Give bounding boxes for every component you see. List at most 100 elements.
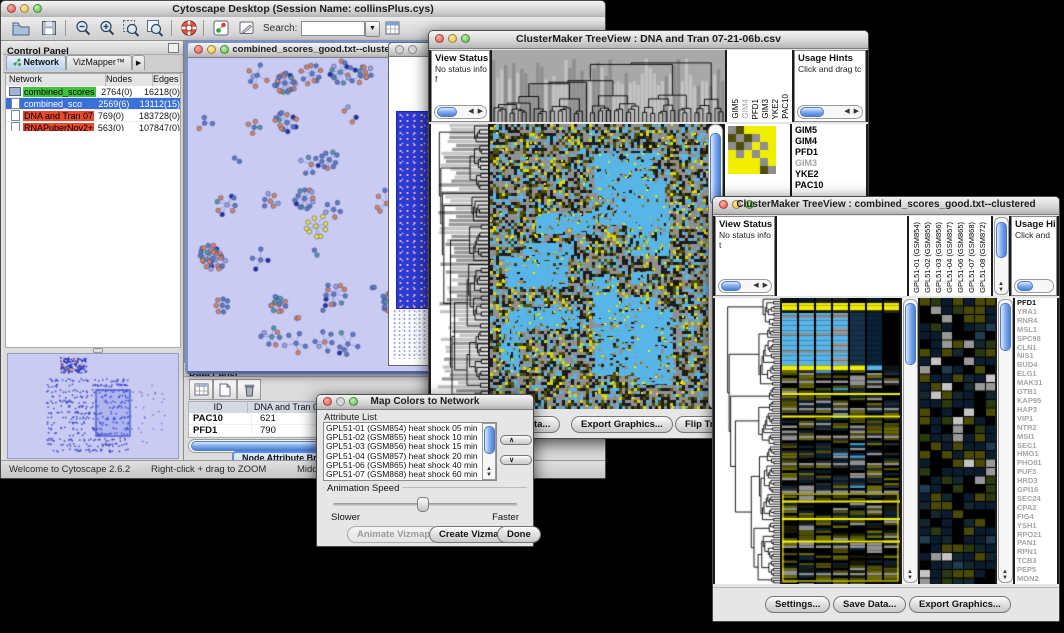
usage-hints-hscrollbar[interactable]: ◀ ▶ [797, 105, 863, 119]
treeview2-title: ClusterMaker TreeView : combined_scores_… [713, 199, 1059, 210]
network-nodes-count: 2569(6) [98, 99, 139, 109]
network-list: combined_scores2764(0)16218(0)combined_s… [5, 86, 181, 135]
attribute-list-item[interactable]: GPL51-04 (GSM857) heat shock 20 min [326, 452, 494, 461]
network-list-row[interactable]: combined_sco2569(6)13112(15) [6, 98, 180, 110]
column-label: PAC10 [781, 94, 790, 119]
save-data-button[interactable]: Save Data... [833, 596, 906, 613]
column-label: GPL51-04 (GSM857) [945, 222, 954, 293]
tab-network[interactable]: Network [6, 55, 66, 70]
main-window-title: Cytoscape Desktop (Session Name: collins… [1, 3, 605, 15]
attribute-list-item[interactable]: GPL51-03 (GSM856) heat shock 15 min [326, 442, 494, 451]
open-file-button[interactable] [11, 19, 31, 37]
attribute-list-item[interactable]: GPL51-01 (GSM854) heat shock 05 min [326, 424, 494, 433]
treeview2-zoom-detail-canvas[interactable] [920, 298, 995, 584]
treeview1-mini-heatmap[interactable] [728, 126, 776, 174]
plugin-manager-icon[interactable] [211, 19, 231, 37]
settings-button[interactable]: Settings... [765, 596, 830, 613]
zoom-in-icon[interactable] [97, 19, 117, 37]
treeview2-row-dendrogram[interactable] [715, 298, 780, 584]
table-import-icon[interactable] [383, 19, 403, 37]
annotation-icon[interactable] [237, 19, 257, 37]
treeview1-column-dendrogram[interactable] [492, 50, 725, 122]
treeview1-column-labels: GIM5GIM4PFD1GIM3YKE2PAC10 [727, 50, 792, 122]
delete-attribute-icon[interactable] [237, 379, 261, 400]
network-overview-canvas[interactable] [8, 354, 176, 456]
attribute-list[interactable]: GPL51-01 (GSM854) heat shock 05 minGPL51… [323, 422, 497, 481]
zoom-out-icon[interactable] [73, 19, 93, 37]
dense-network-block[interactable] [396, 111, 432, 309]
move-attribute-down-button[interactable]: ∨ [500, 455, 532, 465]
gene-label[interactable]: YKE2 [795, 169, 866, 180]
attribute-list-item[interactable]: GPL51-06 (GSM865) heat shock 40 min [326, 461, 494, 470]
dialog-title-bar[interactable]: Map Colors to Network [317, 395, 533, 410]
network-list-row[interactable]: DNA and Tran 07769(0)183728(0) [6, 110, 180, 122]
move-attribute-up-button[interactable]: ∧ [500, 435, 532, 445]
tab-vizmapper[interactable]: VizMapper™ [66, 55, 132, 70]
treeview2-labels-vscrollbar[interactable]: ▲▼ [993, 216, 1009, 296]
attribute-select-button[interactable] [189, 379, 213, 400]
network-edges-count: 183728(0) [139, 111, 180, 121]
file-icon [11, 110, 20, 121]
panel-splitter[interactable] [5, 347, 181, 352]
treeview1-title-bar[interactable]: ClusterMaker TreeView : DNA and Tran 07-… [429, 31, 868, 49]
view-status-hscrollbar[interactable]: ◀ ▶ [718, 279, 772, 293]
done-button[interactable]: Done [497, 526, 541, 543]
treeview2-heatmap-canvas[interactable] [782, 298, 900, 584]
treeview2-window[interactable]: ClusterMaker TreeView : combined_scores_… [712, 196, 1060, 622]
gene-label[interactable]: GIM3 [795, 158, 866, 169]
gene-label[interactable]: PAC10 [795, 180, 866, 191]
gene-label[interactable]: MON2 [1017, 575, 1057, 584]
attribute-value: 790 [252, 425, 276, 436]
network-list-row[interactable]: combined_scores2764(0)16218(0) [6, 86, 180, 98]
network-nodes-count: 2764(0) [101, 87, 144, 97]
attribute-value: 621 [252, 413, 276, 424]
zoom-fit-icon[interactable] [145, 19, 165, 37]
view-status-hscrollbar[interactable]: ◀ ▶ [434, 105, 487, 119]
map-colors-dialog[interactable]: Map Colors to Network Attribute List GPL… [316, 394, 534, 547]
column-label: PFD1 [751, 99, 760, 119]
treeview2-column-dendrogram[interactable] [777, 216, 907, 296]
treeview2-gene-list-panel: PFD1YRA1RNR4MSL1SPC98CLN1NIS1BUD4ELG1MAK… [1015, 298, 1057, 584]
new-attribute-button[interactable] [213, 379, 237, 400]
close-button[interactable] [395, 45, 404, 54]
treeview2-zoom-vscrollbar[interactable]: ▲▼ [997, 298, 1013, 584]
treeview1-title: ClusterMaker TreeView : DNA and Tran 07-… [429, 33, 868, 45]
treeview2-heatmap-vscrollbar[interactable]: ▲▼ [902, 298, 918, 584]
treeview1-row-dendrogram[interactable] [431, 124, 488, 409]
help-lifering-icon[interactable] [179, 19, 199, 37]
gene-label[interactable]: PFD1 [795, 147, 866, 158]
treeview2-title-bar[interactable]: ClusterMaker TreeView : combined_scores_… [713, 197, 1059, 215]
column-label: YKE2 [771, 99, 780, 119]
usage-hints-hscrollbar[interactable] [1014, 279, 1054, 293]
network-name: combined_scores [23, 87, 96, 97]
treeview2-zoom-detail-panel[interactable] [920, 298, 995, 584]
minimize-button[interactable] [408, 45, 417, 54]
search-input[interactable] [301, 21, 365, 36]
zoom-selected-icon[interactable] [121, 19, 141, 37]
float-panel-icon[interactable] [168, 43, 179, 53]
column-label: GPL51-03 (GSM856) [934, 222, 943, 293]
attribute-list-item[interactable]: GPL51-02 (GSM855) heat shock 10 min [326, 433, 494, 442]
animate-vizmap-button[interactable]: Animate Vizmap [347, 526, 440, 543]
treeview1-usage-hints-panel: Usage Hints Click and drag tc ◀ ▶ [794, 50, 866, 122]
treeview2-heatmap-panel[interactable] [782, 298, 900, 584]
attribute-list-item[interactable]: GPL51-07 (GSM868) heat shock 60 min [326, 470, 494, 479]
gene-label[interactable]: GIM4 [795, 136, 866, 147]
treeview2-gene-list: PFD1YRA1RNR4MSL1SPC98CLN1NIS1BUD4ELG1MAK… [1015, 298, 1057, 584]
treeview1-heatmap-canvas[interactable] [490, 124, 709, 409]
save-button[interactable] [39, 19, 59, 37]
attribute-list-vscrollbar[interactable]: ▲▼ [482, 423, 496, 480]
gene-label[interactable]: GIM5 [795, 125, 866, 136]
tab-overflow-button[interactable]: ▶ [132, 55, 145, 70]
column-label: GPL51-06 (GSM865) [956, 222, 965, 293]
export-graphics-button[interactable]: Export Graphics... [571, 416, 673, 433]
column-label: GIM5 [731, 99, 740, 119]
treeview1-heatmap-panel[interactable]: ▲▼ [490, 124, 723, 409]
search-dropdown-button[interactable]: ▼ [365, 21, 380, 37]
control-panel-tabs: NetworkVizMapper™▶ [3, 55, 183, 73]
export-graphics-button[interactable]: Export Graphics... [909, 596, 1011, 613]
network-table-header[interactable]: Network Nodes Edges [5, 73, 181, 87]
animation-speed-slider-thumb[interactable] [417, 497, 429, 512]
main-title-bar[interactable]: Cytoscape Desktop (Session Name: collins… [1, 1, 605, 18]
column-label: GPL51-07 (GSM868) [967, 222, 976, 293]
